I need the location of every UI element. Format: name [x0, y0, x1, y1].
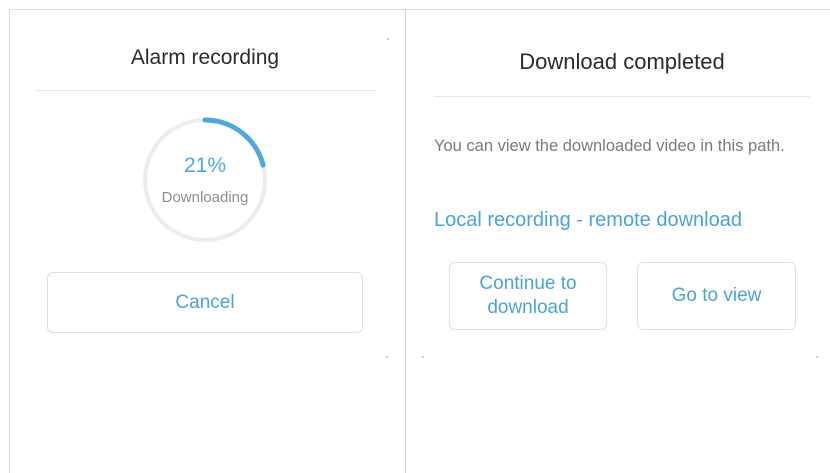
- completion-message: You can view the downloaded video in thi…: [434, 137, 785, 155]
- compression-speck: [422, 356, 424, 358]
- download-path-link[interactable]: Local recording - remote download: [434, 209, 824, 232]
- title-divider: [34, 90, 376, 91]
- go-to-view-button[interactable]: Go to view: [637, 262, 796, 330]
- download-progress-ring: 21% Downloading: [138, 113, 272, 247]
- progress-status: Downloading: [161, 189, 249, 206]
- cancel-button[interactable]: Cancel: [47, 272, 363, 333]
- screenshot-frame: Alarm recording 21% Downloading Cancel D…: [0, 0, 830, 473]
- frame-border-left: [9, 9, 10, 473]
- dialog-title: Alarm recording: [130, 46, 280, 69]
- dialog-title: Download completed: [519, 49, 725, 74]
- compression-speck: [816, 356, 818, 358]
- continue-download-button[interactable]: Continue to download: [449, 262, 607, 330]
- progress-percent: 21%: [183, 154, 227, 177]
- frame-border-top: [9, 9, 830, 10]
- title-divider: [434, 96, 810, 97]
- compression-speck: [386, 356, 388, 358]
- compression-speck: [387, 38, 389, 40]
- panel-divider: [405, 9, 406, 473]
- progress-ring-icon: [143, 117, 267, 242]
